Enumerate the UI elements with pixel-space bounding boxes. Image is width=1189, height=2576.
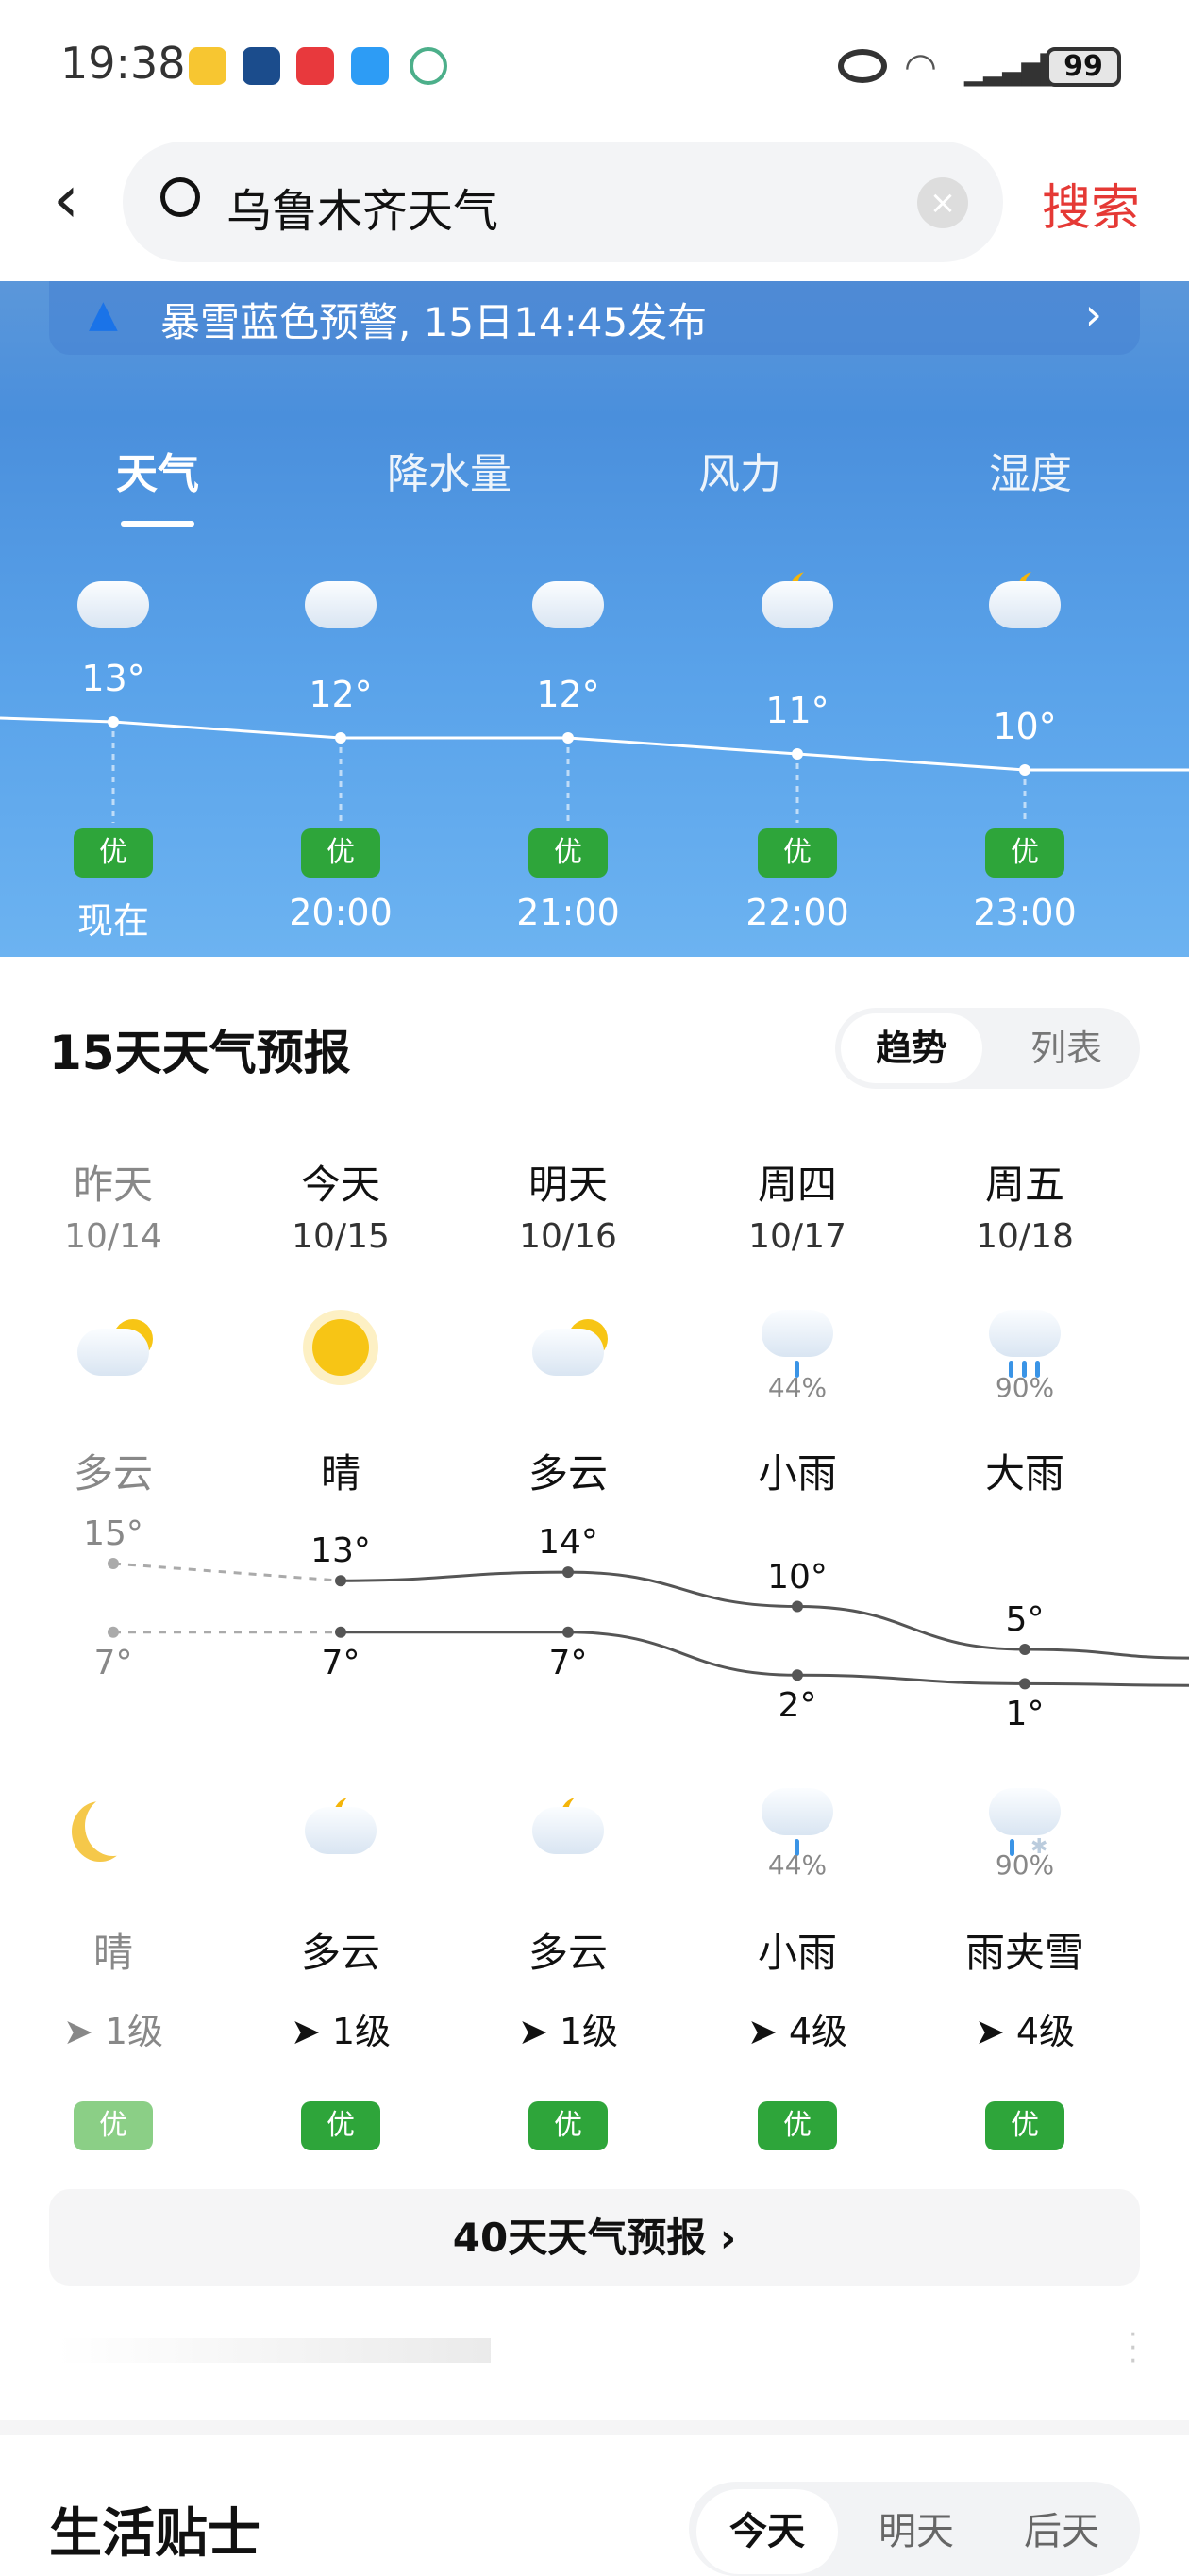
lo-temp-point — [1019, 1678, 1030, 1690]
tips-tab-day-after[interactable]: 后天 — [991, 2489, 1132, 2574]
night-condition: 多云 — [528, 1930, 608, 1976]
lo-temp-point — [792, 1669, 803, 1681]
night-condition: 多云 — [300, 1930, 380, 1976]
day-date: 10/14 — [64, 1217, 162, 1256]
day-date: 10/15 — [292, 1217, 390, 1256]
day-precip-prob: 90% — [995, 1372, 1055, 1403]
lo-temp-point — [562, 1626, 574, 1638]
day-precip-prob: 44% — [767, 1372, 828, 1403]
wind-direction-icon: ➤ — [746, 2011, 778, 2052]
night-condition: 晴 — [92, 1930, 133, 1976]
wind-direction-icon: ➤ — [974, 2011, 1005, 2052]
wind-level: 4级 — [788, 2011, 848, 2052]
day-name: 今天 — [300, 1162, 380, 1208]
tips-title: 生活贴士 — [49, 2503, 260, 2565]
hi-temp-point — [1019, 1644, 1030, 1655]
day-condition: 晴 — [320, 1450, 360, 1497]
low-temp: 7° — [321, 1643, 360, 1682]
low-temp: 2° — [778, 1686, 817, 1726]
day-date: 10/18 — [976, 1217, 1074, 1256]
wind-direction-icon: ➤ — [62, 2011, 93, 2052]
high-temp: 5° — [1005, 1600, 1045, 1639]
day-name: 周五 — [984, 1162, 1064, 1208]
wind-direction-icon: ➤ — [290, 2011, 321, 2052]
lo-temp-point — [335, 1626, 346, 1638]
aqi-badge: 优 — [74, 2101, 153, 2150]
aqi-badge: 优 — [985, 2101, 1064, 2150]
lo-temp-point — [108, 1626, 119, 1638]
section-divider — [0, 2420, 1189, 2435]
hi-temp-point — [562, 1566, 574, 1579]
day-name: 明天 — [528, 1162, 608, 1208]
aqi-badge: 优 — [528, 2101, 608, 2150]
day-name: 周四 — [757, 1162, 837, 1208]
day-condition: 多云 — [73, 1450, 153, 1497]
wind-level: 4级 — [1015, 2011, 1076, 2052]
tips-tab-today[interactable]: 今天 — [696, 2489, 838, 2574]
day-date: 10/17 — [748, 1217, 846, 1256]
low-temp: 7° — [93, 1643, 133, 1682]
low-temp: 7° — [548, 1643, 588, 1682]
wind-level: 1级 — [559, 2011, 619, 2052]
daily-temp-chart — [108, 1558, 1189, 1690]
hi-temp-point — [108, 1558, 119, 1569]
day-condition: 多云 — [528, 1450, 608, 1497]
tips-day-toggle: 今天 明天 后天 — [689, 2482, 1140, 2576]
day-date: 10/16 — [519, 1217, 617, 1256]
low-temp: 1° — [1005, 1695, 1045, 1734]
hi-temp-point — [792, 1600, 803, 1613]
hi-temp-point — [335, 1575, 346, 1587]
high-temp: 10° — [767, 1557, 828, 1597]
night-condition: 雨夹雪 — [964, 1930, 1084, 1976]
tips-tab-tomorrow[interactable]: 明天 — [846, 2489, 987, 2574]
night-precip-prob: 90% — [995, 1849, 1055, 1881]
aqi-badge: 优 — [301, 2101, 380, 2150]
night-condition: 小雨 — [757, 1930, 837, 1976]
day-condition: 大雨 — [984, 1450, 1064, 1497]
wind-level: 1级 — [331, 2011, 392, 2052]
sunny-icon — [312, 1319, 369, 1376]
forty-day-forecast-button[interactable]: 40天天气预报 › — [49, 2189, 1140, 2286]
ad-placeholder — [57, 2338, 491, 2363]
night-precip-prob: 44% — [767, 1849, 828, 1881]
wind-level: 1级 — [104, 2011, 164, 2052]
high-temp: 15° — [83, 1514, 143, 1553]
wind-direction-icon: ➤ — [517, 2011, 548, 2052]
day-name: 昨天 — [73, 1162, 153, 1208]
high-temp: 13° — [310, 1531, 371, 1571]
high-temp: 14° — [538, 1523, 598, 1563]
more-icon[interactable]: · · · — [1129, 2321, 1138, 2376]
lo-temp-line — [341, 1631, 1189, 1687]
aqi-badge: 优 — [758, 2101, 837, 2150]
day-condition: 小雨 — [757, 1450, 837, 1497]
moon-icon — [85, 1796, 142, 1856]
